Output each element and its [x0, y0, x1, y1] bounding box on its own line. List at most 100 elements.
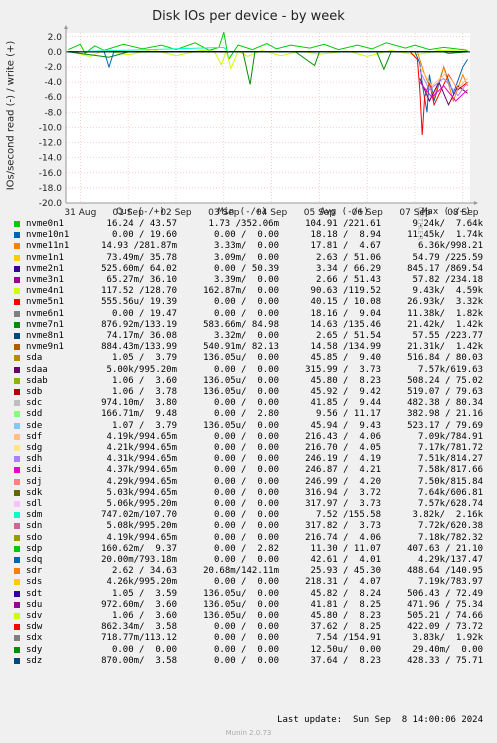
value-max: 516.84 / 80.03 — [407, 353, 483, 364]
value-min: 0.00 / 0.00 — [213, 308, 279, 319]
value-max: 57.82 /234.18 — [412, 275, 483, 285]
legend-row-nvme9n1: nvme9n1 884.43m/133.99 540.91m/ 82.13 14.58… — [0, 342, 497, 353]
legend-swatch — [14, 579, 20, 586]
device-name: sdj — [26, 476, 43, 487]
value-max: 382.98 / 21.16 — [407, 409, 483, 420]
value-avg: 2.66 / 51.43 — [315, 275, 381, 285]
value-min: 0.00 / 0.00 — [213, 499, 279, 509]
value-min: 0.00 / 0.00 — [213, 465, 279, 476]
value-min: 136.05u/ 0.00 — [203, 375, 279, 386]
legend-swatch — [14, 568, 20, 575]
plot-area — [66, 33, 470, 203]
legend-row-nvme5n1: nvme5n1 555.56u/ 19.39 0.00 / 0.00 40.15 / … — [0, 297, 497, 308]
legend-row-sdab: sdab 1.06 / 3.60 136.05u/ 0.00 45.80 / 8.23… — [0, 376, 497, 387]
legend-row-sde: sde 1.07 / 3.79 136.05u/ 0.00 45.94 / 9.43 5… — [0, 421, 497, 432]
y-ticks: 2.0 0.0 -2.0 -4.0 -6.0 -8.0 -10.0 -12.0 -14.0 -16… — [39, 33, 63, 209]
legend-swatch — [14, 400, 20, 407]
value-avg: 7.54 /154.91 — [315, 633, 381, 644]
y-tick-label: -20.0 — [39, 199, 63, 209]
legend-row-sdaa: sdaa 5.00k/995.20m 0.00 / 0.00 315.99 / 3.7… — [0, 365, 497, 376]
value-avg: 104.91 /221.61 — [305, 219, 381, 229]
value-avg: 37.62 / 8.25 — [310, 622, 381, 633]
legend-swatch — [14, 646, 20, 653]
value-min: 1.73 /352.06m — [208, 219, 279, 229]
legend-row-nvme8n1: nvme8n1 74.17m/ 36.08 3.32m/ 0.00 2.65 / 51… — [0, 331, 497, 342]
value-cur: 876.92m/133.19 — [101, 319, 177, 330]
legend-row-nvme7n1: nvme7n1 876.92m/133.19 583.66m/ 84.98 14.63… — [0, 320, 497, 331]
value-cur: 555.56u/ 19.39 — [101, 297, 177, 308]
value-max: 7.58k/817.66 — [417, 465, 483, 476]
legend-swatch — [14, 232, 20, 239]
legend-swatch — [14, 243, 20, 250]
value-cur: 20.00m/793.18m — [101, 555, 177, 565]
device-name: nvme8n1 — [26, 331, 64, 341]
device-name: sdh — [26, 454, 43, 465]
legend-swatch — [14, 523, 20, 530]
value-min: 0.00 / 0.00 — [213, 555, 279, 565]
legend-swatch — [14, 456, 20, 463]
legend-swatch — [14, 333, 20, 339]
x-axis-arrow — [474, 201, 478, 205]
value-max: 7.18k/782.32 — [417, 532, 483, 543]
value-min: 0.00 / 0.00 — [213, 577, 279, 588]
value-min: 0.00 / 0.00 — [213, 655, 279, 666]
value-min: 0.00 / 50.39 — [213, 263, 279, 274]
value-min: 136.05u/ 0.00 — [203, 611, 279, 621]
device-name: sdp — [26, 543, 43, 554]
legend-swatch — [14, 366, 20, 373]
value-min: 0.00 / 0.00 — [213, 454, 279, 465]
legend-row-nvme3n1: nvme3n1 65.27m/ 36.10 3.39m/ 0.00 2.66 / 51… — [0, 275, 497, 286]
value-avg: 246.87 / 4.21 — [305, 465, 381, 476]
last-update: Last update: Sun Sep 8 14:00:06 2024 — [277, 715, 483, 725]
value-avg: 45.82 / 8.24 — [310, 588, 381, 599]
legend-row-sdl: sdl 5.06k/995.20m 0.00 / 0.00 317.97 / 3.73… — [0, 499, 497, 510]
legend-row-sdh: sdh 4.31k/994.65m 0.00 / 0.00 246.19 / 4.19… — [0, 454, 497, 465]
value-cur: 4.19k/994.65m — [106, 431, 177, 442]
legend-row-nvme6n1: nvme6n1 0.00 / 19.47 0.00 / 0.00 18.16 / 9.… — [0, 309, 497, 320]
legend-swatch — [14, 221, 20, 227]
legend-swatch — [14, 657, 20, 664]
value-avg: 14.63 /135.46 — [310, 319, 381, 330]
value-max: 506.43 / 72.49 — [407, 588, 483, 599]
legend-row-nvme11n1: nvme11n1 14.93 /281.87m 3.33m/ 0.00 17.81 /… — [0, 241, 497, 252]
value-cur: 0.00 / 19.60 — [111, 230, 177, 241]
value-max: 7.64k/606.81 — [417, 487, 483, 498]
device-name: sdm — [26, 510, 43, 521]
device-name: sdo — [26, 532, 43, 543]
legend-row-sdd: sdd 166.71m/ 9.48 0.00 / 2.80 9.56 / 11.17 3… — [0, 409, 497, 420]
legend-swatch — [14, 534, 20, 541]
value-max: 428.33 / 75.71 — [407, 655, 483, 666]
device-name: sdv — [26, 611, 43, 621]
y-tick-label: 0.0 — [48, 48, 63, 58]
value-max: 845.17 /869.54 — [407, 263, 483, 274]
value-cur: 117.52 /128.70 — [101, 286, 177, 297]
device-name: sds — [26, 577, 43, 588]
value-max: 3.82k/ 2.16k — [412, 510, 483, 521]
value-avg: 37.64 / 8.23 — [310, 655, 381, 666]
value-avg: 42.61 / 4.01 — [310, 555, 381, 565]
value-max: 505.21 / 74.66 — [407, 611, 483, 621]
value-avg: 12.50u/ 0.00 — [310, 644, 381, 655]
value-max: 7.50k/815.84 — [417, 476, 483, 487]
value-min: 0.00 / 0.00 — [213, 297, 279, 308]
device-name: nvme3n1 — [26, 275, 64, 285]
legend-row-sdu: sdu 972.60m/ 3.60 136.05u/ 0.00 41.81 / 8.2… — [0, 600, 497, 611]
value-min: 0.00 / 0.00 — [213, 510, 279, 521]
value-min: 3.09m/ 0.00 — [213, 252, 279, 263]
value-avg: 9.56 / 11.17 — [315, 409, 381, 420]
value-avg: 45.85 / 9.40 — [310, 353, 381, 364]
device-name: sdl — [26, 499, 43, 509]
legend-row-sdy: sdy 0.00 / 0.00 0.00 / 0.00 12.50u/ 0.00 29.… — [0, 645, 497, 656]
legend-swatch — [14, 422, 20, 429]
device-name: sdab — [26, 375, 48, 386]
legend-swatch — [14, 277, 20, 283]
legend-swatch — [14, 445, 20, 451]
value-cur: 4.21k/994.65m — [106, 443, 177, 453]
value-max: 482.38 / 80.34 — [407, 398, 483, 409]
value-avg: 45.94 / 9.43 — [310, 420, 381, 431]
value-min: 0.00 / 0.00 — [213, 633, 279, 644]
legend-row-sds: sds 4.26k/995.20m 0.00 / 0.00 218.31 / 4.07… — [0, 577, 497, 588]
value-min: 0.00 / 0.00 — [213, 622, 279, 633]
value-cur: 14.93 /281.87m — [101, 241, 177, 252]
legend-row-sdr: sdr 2.62 / 34.63 20.68m/142.11m 25.93 / 45.… — [0, 566, 497, 577]
